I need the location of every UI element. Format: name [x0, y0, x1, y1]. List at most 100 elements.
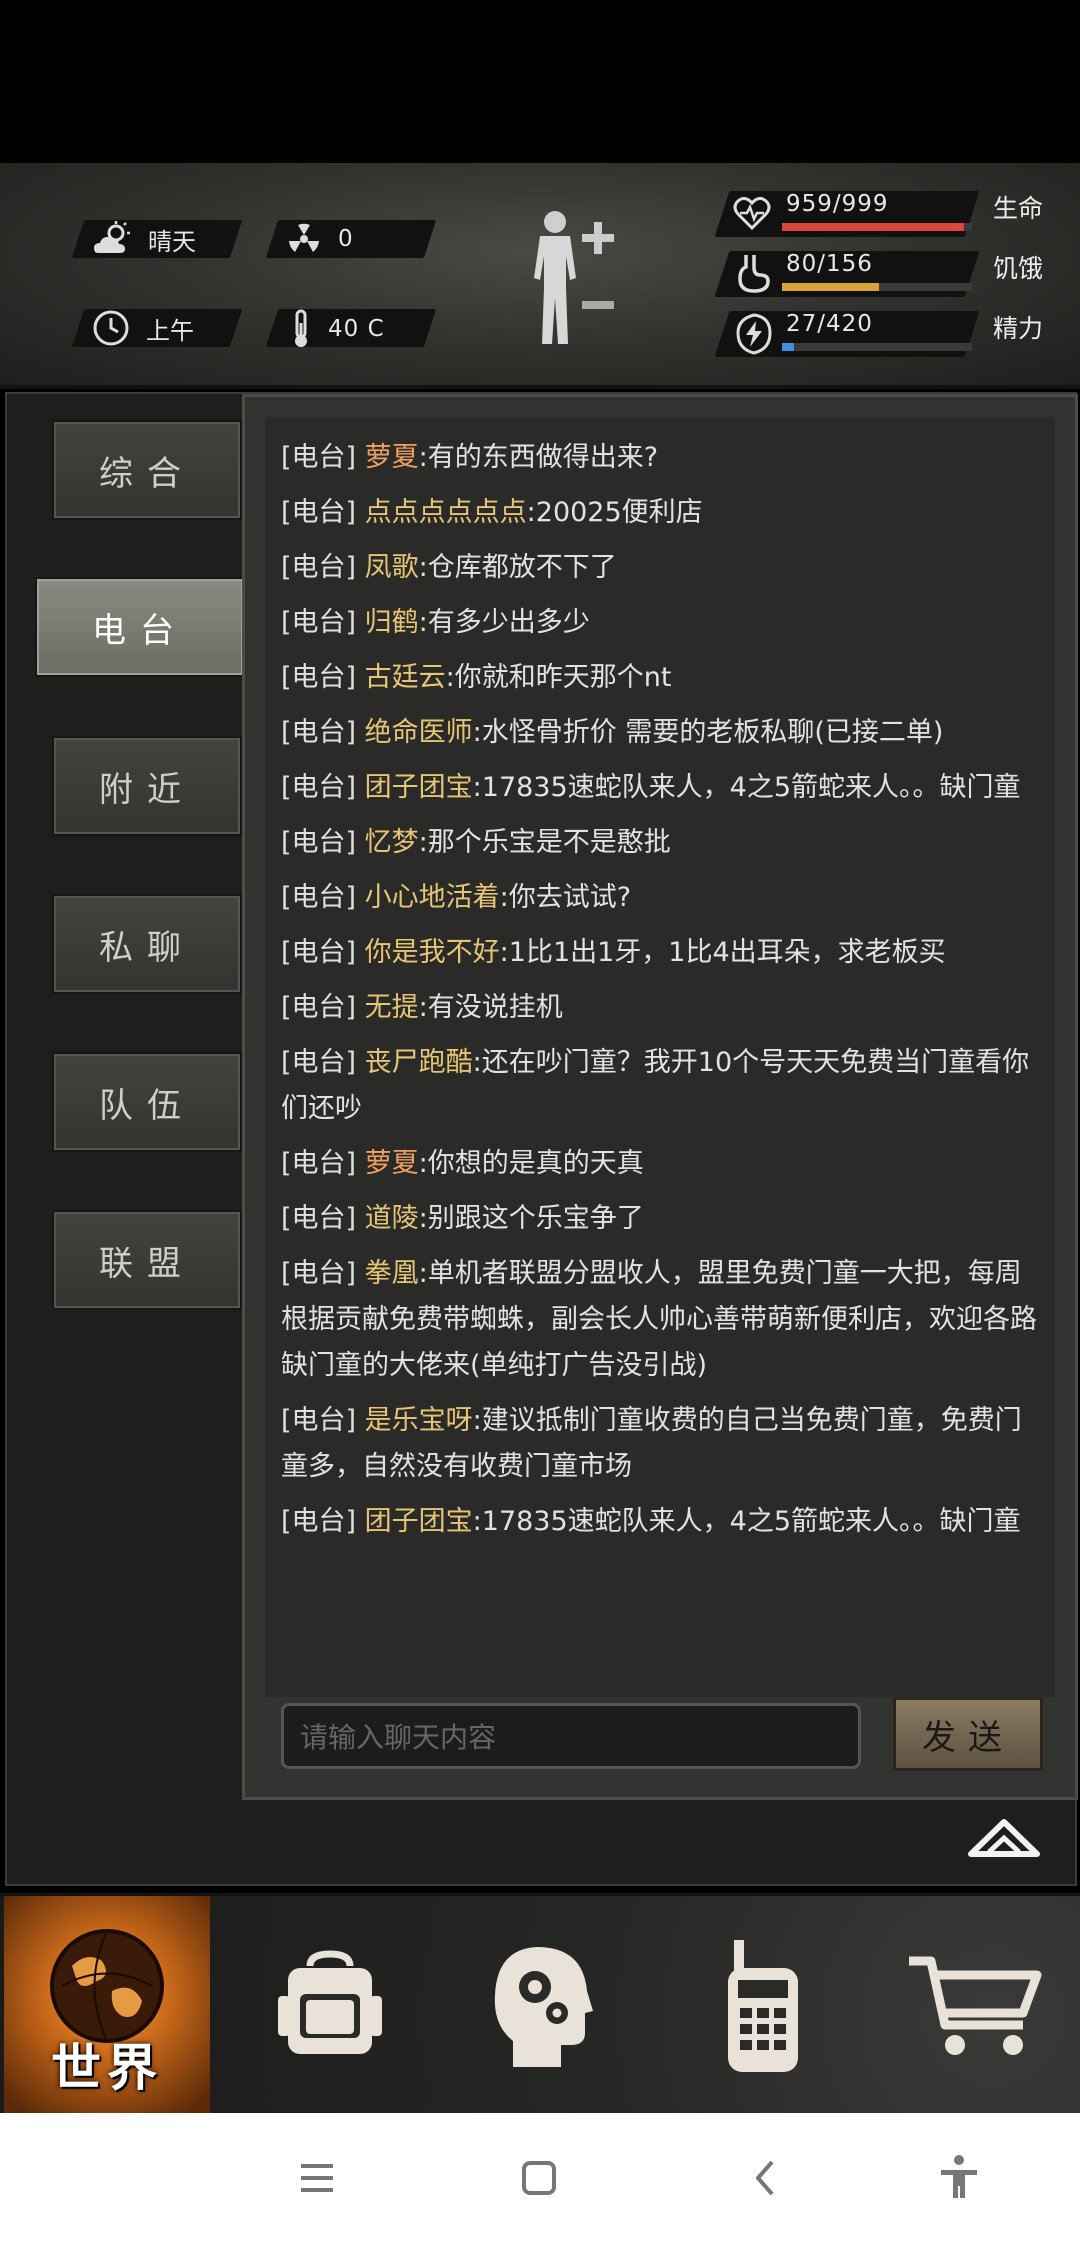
chat-message: [电台] 丧尸跑酷:还在吵门童？我开10个号天天免费当门童看你们还吵 — [265, 1040, 1055, 1132]
sender-name[interactable]: 团子团宝 — [365, 772, 473, 803]
sender-name[interactable]: 凤歌 — [365, 552, 419, 583]
time-stat: 上午 — [92, 309, 194, 347]
tab-alliance[interactable]: 联盟 — [52, 1210, 242, 1310]
message-text: :1比1出1牙，1比4出耳朵，求老板买 — [499, 937, 946, 968]
menu-icon[interactable] — [287, 2148, 347, 2208]
shopping-cart-icon — [909, 1956, 1042, 2055]
thermometer-icon — [295, 309, 307, 347]
energy-label: 精力 — [993, 314, 1044, 343]
tab-nearby-label: 附近 — [99, 769, 195, 810]
heart-icon — [733, 196, 771, 231]
character-status-button[interactable] — [520, 208, 630, 348]
chat-input[interactable]: 请输入聊天内容 — [281, 1703, 861, 1769]
sender-name[interactable]: 绝命医师 — [365, 717, 473, 748]
bottom-nav: 世界 — [0, 1893, 1080, 2116]
channel-tag: [电台] — [281, 552, 357, 583]
sender-name[interactable]: 你是我不好 — [365, 937, 500, 968]
health-label: 生命 — [993, 194, 1044, 223]
tab-general-label: 综合 — [99, 453, 195, 494]
temperature-stat: 40 C — [290, 309, 385, 349]
chat-message: [电台] 点点点点点点:20025便利店 — [265, 490, 1055, 536]
message-text: :仓库都放不下了 — [418, 552, 617, 583]
backpack-icon — [278, 1950, 382, 2054]
message-text: :17835速蛇队来人，4之5箭蛇来人。。缺门童 — [472, 772, 1021, 803]
message-text: :有没说挂机 — [418, 992, 563, 1023]
energy-bolt-icon — [736, 313, 772, 355]
chat-message: [电台] 道陵:别跟这个乐宝争了 — [265, 1196, 1055, 1242]
sender-name[interactable]: 小心地活着 — [365, 882, 500, 913]
sender-name[interactable]: 归鹤 — [365, 607, 419, 638]
channel-tag: [电台] — [281, 497, 357, 528]
sender-name[interactable]: 忆梦 — [365, 827, 419, 858]
tab-private[interactable]: 私聊 — [52, 894, 242, 994]
send-button[interactable]: 发送 — [893, 1697, 1043, 1771]
sender-name[interactable]: 点点点点点点 — [365, 497, 527, 528]
chat-log[interactable]: [电台] 萝夏:有的东西做得出来? [电台] 点点点点点点:20025便利店 [电台… — [265, 417, 1055, 1697]
chat-message: [电台] 小心地活着:你去试试? — [265, 875, 1055, 921]
back-icon[interactable] — [736, 2148, 796, 2208]
collapse-up-icon[interactable] — [967, 1814, 1041, 1860]
chat-message: [电台] 凤歌:仓库都放不下了 — [265, 545, 1055, 591]
nav-radio[interactable] — [658, 1896, 868, 2116]
minus-icon — [582, 301, 614, 309]
nav-backpack[interactable] — [225, 1896, 435, 2116]
tab-general[interactable]: 综合 — [52, 420, 242, 520]
channel-tag: [电台] — [281, 1148, 357, 1179]
tab-nearby[interactable]: 附近 — [52, 736, 242, 836]
walkie-talkie-icon — [728, 1940, 798, 2072]
sender-name[interactable]: 丧尸跑酷 — [365, 1047, 473, 1078]
energy-value: 27/420 — [786, 311, 873, 337]
sender-name[interactable]: 拳凰 — [365, 1258, 419, 1289]
weather-text: 晴天 — [148, 227, 196, 256]
radiation-value: 0 — [338, 226, 354, 252]
sender-name[interactable]: 团子团宝 — [365, 1506, 473, 1537]
message-text: :20025便利店 — [526, 497, 703, 528]
sender-name[interactable]: 萝夏 — [365, 1148, 419, 1179]
message-text: :有多少出多少 — [418, 607, 590, 638]
channel-tag: [电台] — [281, 937, 357, 968]
channel-tag: [电台] — [281, 992, 357, 1023]
channel-tag: [电台] — [281, 442, 357, 473]
sender-name[interactable]: 古廷云 — [365, 662, 446, 693]
home-icon[interactable] — [509, 2148, 569, 2208]
radiation-icon — [289, 223, 319, 252]
head-gears-icon — [494, 1947, 593, 2067]
nav-skills[interactable] — [437, 1896, 647, 2116]
nav-world[interactable]: 世界 — [4, 1896, 210, 2116]
send-button-label: 发送 — [922, 1717, 1014, 1758]
chat-message: [电台] 是乐宝呀:建议抵制门童收费的自己当免费门童，免费门童多，自然没有收费门… — [265, 1398, 1055, 1490]
time-text: 上午 — [146, 316, 194, 345]
message-text: :水怪骨折价 需要的老板私聊(已接二单) — [472, 717, 944, 748]
tab-radio[interactable]: 电台 — [35, 577, 245, 677]
chat-panel: [电台] 萝夏:有的东西做得出来? [电台] 点点点点点点:20025便利店 [电台… — [242, 394, 1078, 1800]
energy-bar-fill — [782, 343, 795, 351]
channel-tag: [电台] — [281, 1405, 357, 1436]
tab-private-label: 私聊 — [99, 927, 195, 968]
sender-name[interactable]: 无提 — [365, 992, 419, 1023]
sender-name[interactable]: 是乐宝呀 — [365, 1405, 473, 1436]
message-text: :17835速蛇队来人，4之5箭蛇来人。。缺门童 — [472, 1506, 1021, 1537]
weather-sun-cloud-icon — [94, 221, 130, 253]
message-text: :那个乐宝是不是憨批 — [418, 827, 671, 858]
weather-stat: 晴天 — [92, 221, 196, 257]
sender-name[interactable]: 道陵 — [365, 1203, 419, 1234]
tab-radio-label: 电台 — [92, 610, 188, 651]
message-list: [电台] 萝夏:有的东西做得出来? [电台] 点点点点点点:20025便利店 [电台… — [265, 417, 1055, 1545]
channel-tag: [电台] — [281, 1506, 357, 1537]
status-panel: 晴天 0 上午 40 C 959/999 生命 80/156 饥饿 27/420… — [0, 163, 1080, 389]
radiation-stat: 0 — [286, 221, 354, 257]
chat-message: [电台] 萝夏:有的东西做得出来? — [265, 435, 1055, 481]
accessibility-icon[interactable] — [929, 2148, 989, 2208]
message-text: :别跟这个乐宝争了 — [418, 1203, 644, 1234]
channel-tag: [电台] — [281, 662, 357, 693]
chat-message: [电台] 绝命医师:水怪骨折价 需要的老板私聊(已接二单) — [265, 710, 1055, 756]
sender-name[interactable]: 萝夏 — [365, 442, 419, 473]
nav-shop[interactable] — [870, 1896, 1080, 2116]
hunger-bar-fill — [782, 283, 879, 291]
message-text: :有的东西做得出来? — [418, 442, 659, 473]
tab-team[interactable]: 队伍 — [52, 1052, 242, 1152]
chat-message: [电台] 拳凰:单机者联盟分盟收人，盟里免费门童一大把，每周根据贡献免费带蜘蛛，… — [265, 1251, 1055, 1389]
channel-tag: [电台] — [281, 607, 357, 638]
nav-world-label: 世界 — [51, 2039, 163, 2097]
chat-message: [电台] 萝夏:你想的是真的天真 — [265, 1141, 1055, 1187]
